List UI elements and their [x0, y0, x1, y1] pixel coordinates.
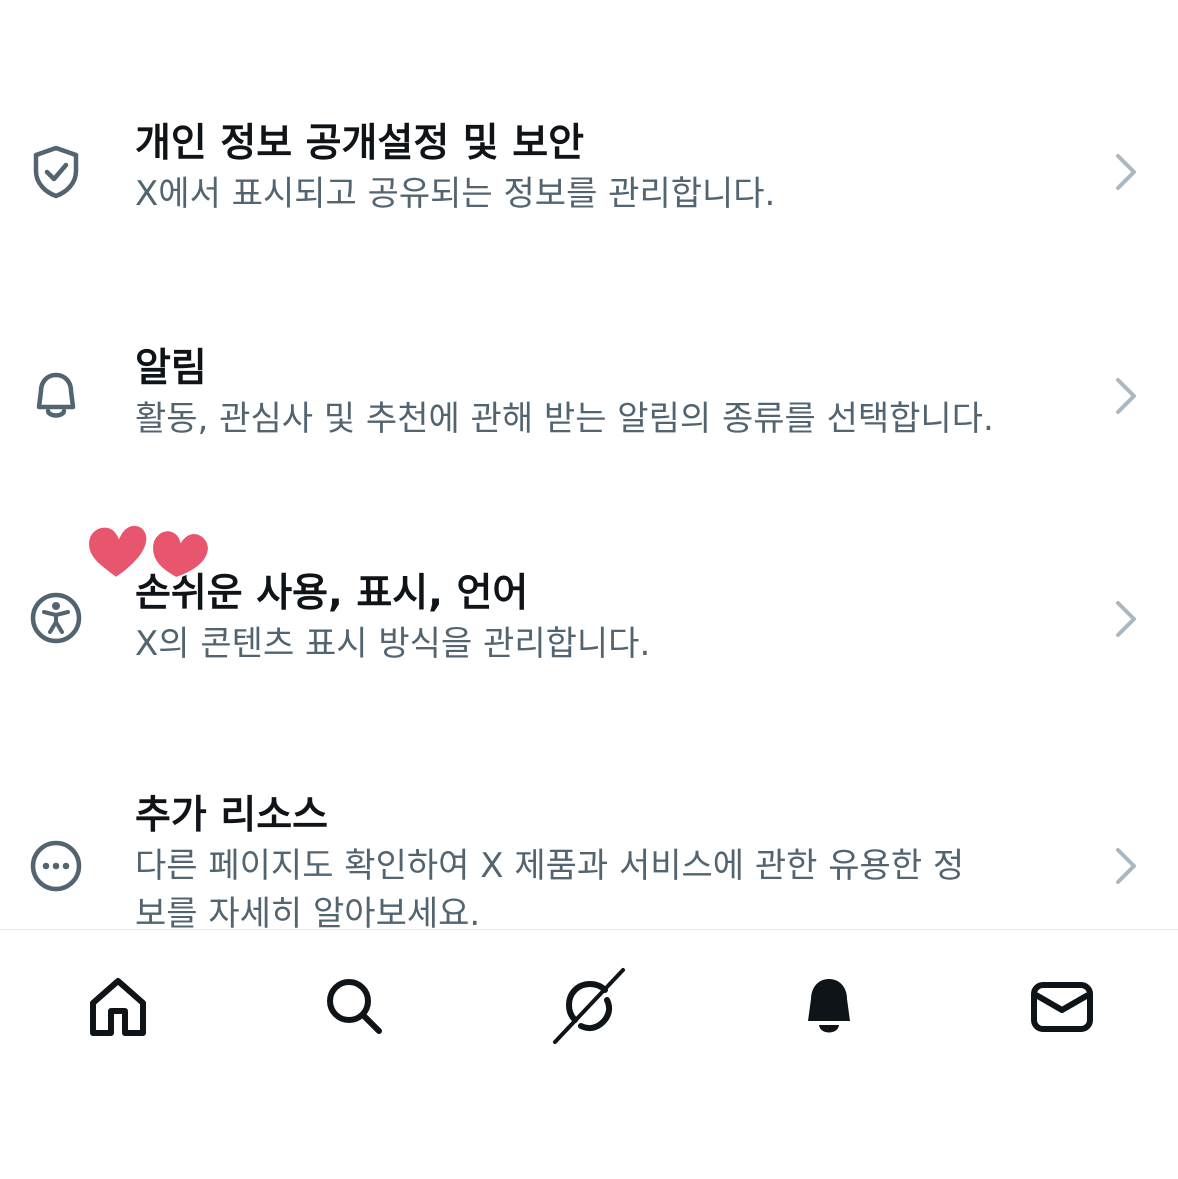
settings-item-privacy-security[interactable]: 개인 정보 공개설정 및 보안 X에서 표시되고 공유되는 정보를 관리합니다. [0, 120, 1178, 230]
hearts-sticker [86, 523, 210, 580]
bell-icon [28, 369, 84, 425]
settings-item-description: 활동, 관심사 및 추천에 관해 받는 알림의 종류를 선택합니다. [135, 399, 994, 439]
settings-item-description: 다른 페이지도 확인하여 X 제품과 서비스에 관한 유용한 정보를 자세히 알… [135, 846, 965, 930]
settings-item-additional-resources[interactable]: 추가 리소스 다른 페이지도 확인하여 X 제품과 서비스에 관한 유용한 정보… [0, 792, 1178, 930]
settings-item-notifications[interactable]: 알림 활동, 관심사 및 추천에 관해 받는 알림의 종류를 선택합니다. [0, 345, 1178, 455]
settings-item-title: 개인 정보 공개설정 및 보안 [135, 121, 584, 166]
nav-messages[interactable] [1022, 966, 1102, 1046]
shield-check-icon [28, 144, 84, 200]
more-circle-icon [28, 838, 84, 894]
nav-grok[interactable] [549, 966, 629, 1046]
settings-item-description: X에서 표시되고 공유되는 정보를 관리합니다. [135, 174, 776, 214]
home-icon [90, 978, 146, 1036]
bottom-nav-bar [0, 929, 1178, 1179]
grok-icon [553, 968, 625, 1044]
settings-item-title: 손쉬운 사용, 표시, 언어 [135, 571, 529, 616]
settings-item-title: 알림 [135, 346, 207, 391]
chevron-right-icon [1116, 848, 1136, 884]
nav-home[interactable] [78, 966, 158, 1046]
notifications-bell-icon [808, 979, 850, 1033]
settings-item-description: X의 콘텐츠 표시 방식을 관리합니다. [135, 624, 651, 664]
nav-notifications[interactable] [789, 966, 869, 1046]
search-icon [327, 979, 382, 1034]
chevron-right-icon [1116, 378, 1136, 414]
messages-envelope-icon [1031, 982, 1093, 1032]
settings-item-accessibility-display-language[interactable]: 손쉬운 사용, 표시, 언어 X의 콘텐츠 표시 방식을 관리합니다. [0, 570, 1178, 680]
settings-item-title: 추가 리소스 [135, 793, 328, 838]
chevron-right-icon [1116, 154, 1136, 190]
settings-list: 개인 정보 공개설정 및 보안 X에서 표시되고 공유되는 정보를 관리합니다.… [0, 0, 1178, 930]
nav-search[interactable] [314, 966, 394, 1046]
chevron-right-icon [1116, 601, 1136, 637]
accessibility-icon [28, 590, 84, 646]
